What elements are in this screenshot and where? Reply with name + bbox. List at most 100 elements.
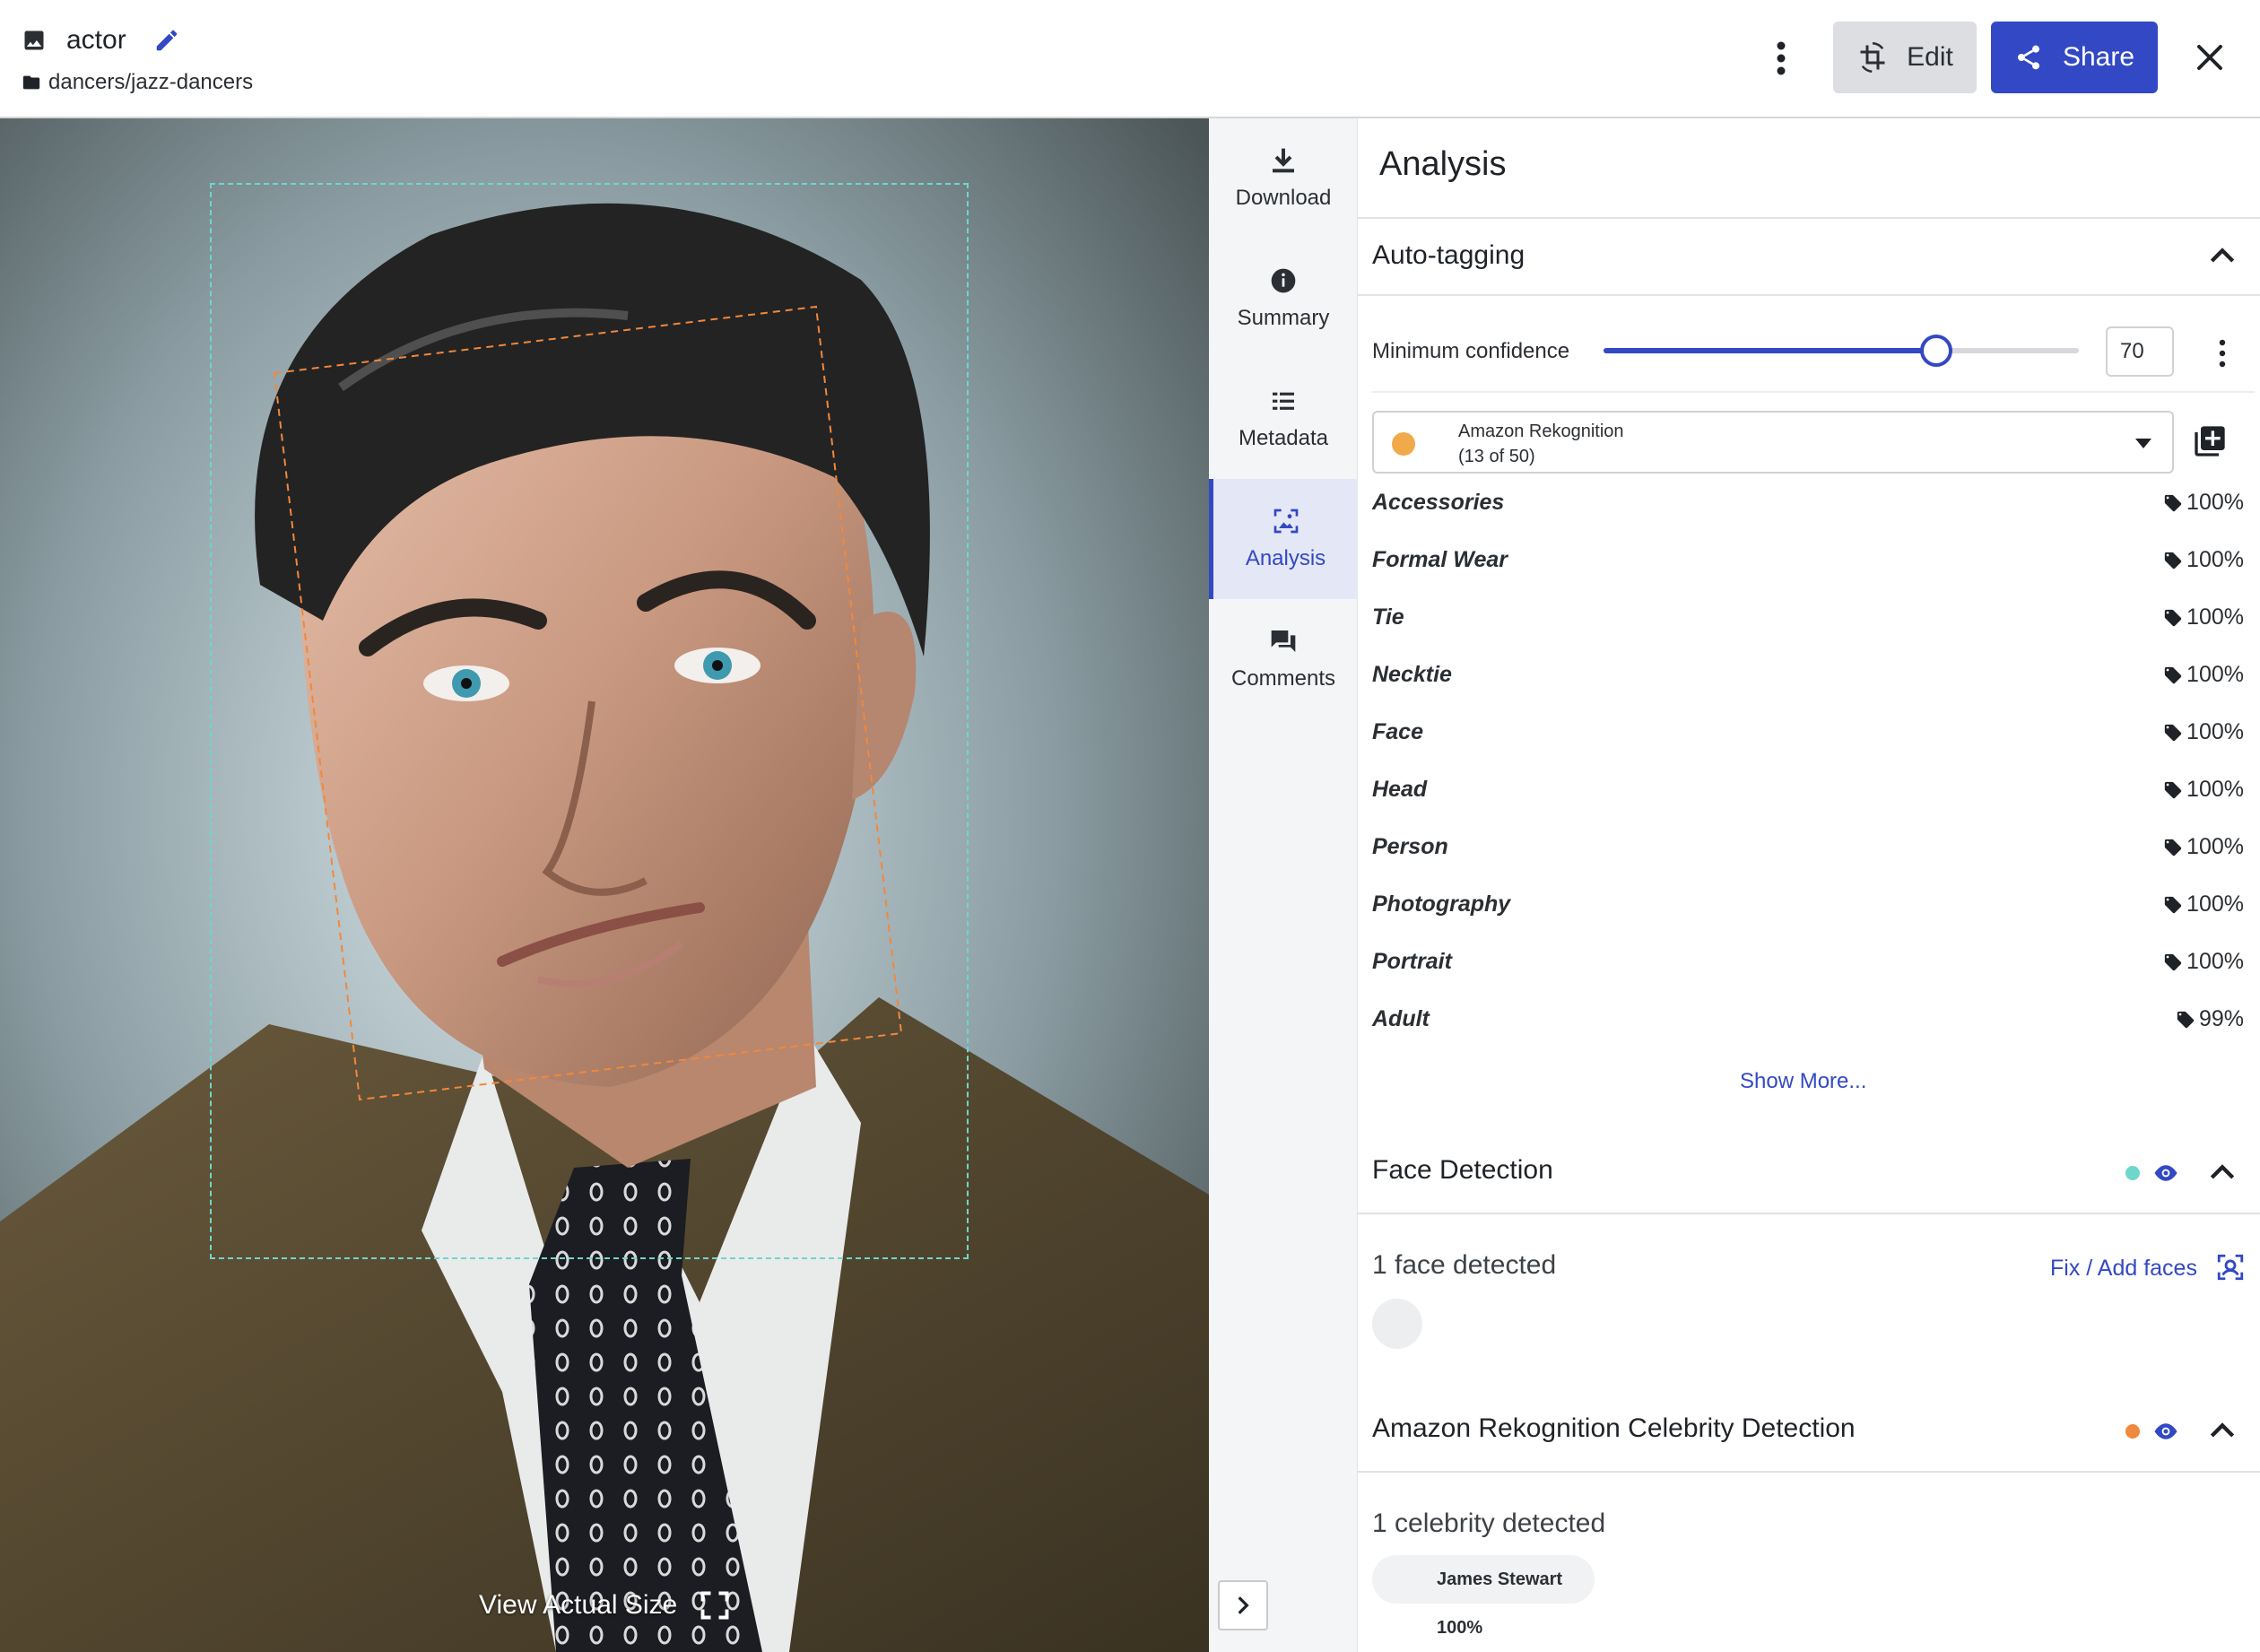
confidence-input[interactable]: 70 <box>2106 326 2174 377</box>
tag-name: Adult <box>1372 1006 1430 1031</box>
face-detection-heading[interactable]: Face Detection <box>1372 1155 1553 1186</box>
show-more-link[interactable]: Show More... <box>1740 1069 1866 1094</box>
tag-icon <box>2164 666 2182 683</box>
tag-score-value: 100% <box>2186 490 2244 515</box>
tag-row[interactable]: Adult 99% <box>1372 1003 2244 1039</box>
divider <box>1358 1213 2260 1214</box>
nav-item-summary[interactable]: Summary <box>1209 239 1358 359</box>
tag-icon <box>2164 609 2182 626</box>
tag-name: Portrait <box>1372 949 1452 974</box>
share-button[interactable]: Share <box>1991 22 2158 93</box>
tag-row[interactable]: Person 100% <box>1372 830 2244 866</box>
list-icon <box>1273 392 1294 410</box>
tag-name: Head <box>1372 777 1428 802</box>
close-icon <box>2197 45 2222 70</box>
analysis-icon <box>1273 509 1298 534</box>
breadcrumb[interactable]: dancers/jazz-dancers <box>22 70 253 95</box>
tag-score-value: 100% <box>2186 834 2244 859</box>
dropdown-arrow-icon <box>2135 439 2151 448</box>
celebrity-detection-heading[interactable]: Amazon Rekognition Celebrity Detection <box>1372 1413 1856 1444</box>
info-icon <box>1271 268 1296 293</box>
panel-title: Analysis <box>1379 145 1507 183</box>
tag-row[interactable]: Accessories 100% <box>1372 486 2244 522</box>
auto-tagging-heading[interactable]: Auto-tagging <box>1372 240 1525 271</box>
tag-icon <box>2164 552 2182 569</box>
asset-title: actor <box>66 25 126 55</box>
folder-path[interactable]: dancers/jazz-dancers <box>48 70 253 95</box>
nav-item-download[interactable]: Download <box>1209 118 1358 239</box>
tag-score: 100% <box>2163 777 2244 803</box>
confidence-label: Minimum confidence <box>1372 339 1570 363</box>
tag-score-value: 99% <box>2198 1006 2244 1031</box>
tag-icon <box>2164 953 2182 970</box>
chevron-up-icon[interactable] <box>2204 1155 2240 1191</box>
download-icon <box>1273 148 1294 173</box>
view-actual-size-button[interactable]: View Actual Size <box>479 1589 731 1622</box>
fix-add-faces-link[interactable]: Fix / Add faces <box>2050 1256 2197 1282</box>
tag-name: Tie <box>1372 604 1404 630</box>
tag-score: 99% <box>2176 1006 2244 1032</box>
face-detection-box[interactable] <box>210 183 969 1259</box>
tag-score-value: 100% <box>2186 547 2244 572</box>
chevron-up-icon[interactable] <box>2204 1413 2240 1449</box>
tag-name: Necktie <box>1372 662 1452 687</box>
tag-score-value: 100% <box>2186 662 2244 687</box>
celebrity-chip[interactable]: James Stewart 100% <box>1372 1555 1595 1638</box>
expand-panel-button[interactable] <box>1218 1580 1268 1630</box>
eye-icon[interactable] <box>2152 1418 2179 1445</box>
tag-icon <box>2164 896 2182 913</box>
more-vert-icon <box>1777 41 1786 75</box>
face-count-text: 1 face detected <box>1372 1250 1557 1280</box>
asset-title-row: actor <box>22 25 180 56</box>
tag-row[interactable]: Face 100% <box>1372 716 2244 752</box>
more-options-button[interactable] <box>1761 34 1801 83</box>
tag-row[interactable]: Formal Wear 100% <box>1372 543 2244 579</box>
tag-score: 100% <box>2163 891 2244 917</box>
celebrity-detection-status-dot <box>2125 1424 2140 1439</box>
image-icon <box>24 30 44 50</box>
tag-score: 100% <box>2163 547 2244 573</box>
tag-icon <box>2164 839 2182 856</box>
tag-score-value: 100% <box>2186 777 2244 802</box>
top-bar: actor dancers/jazz-dancers Edit Share <box>0 0 2260 118</box>
tag-name: Face <box>1372 719 1423 744</box>
tag-score: 100% <box>2163 662 2244 688</box>
divider <box>1358 294 2260 296</box>
analysis-panel: Analysis Auto-tagging Minimum confidence… <box>1358 118 2260 1652</box>
model-provider-select[interactable]: Amazon Rekognition (13 of 50) <box>1372 411 2174 474</box>
confidence-slider[interactable] <box>1604 335 2079 367</box>
nav-item-metadata[interactable]: Metadata <box>1209 359 1358 479</box>
nav-item-label: Comments <box>1230 666 1336 691</box>
eye-icon[interactable] <box>2152 1160 2179 1187</box>
divider <box>1372 391 2255 393</box>
nav-item-label: Download <box>1235 186 1332 210</box>
more-vert-icon[interactable] <box>2213 335 2231 371</box>
tag-row[interactable]: Head 100% <box>1372 773 2244 809</box>
tag-name: Formal Wear <box>1372 547 1508 572</box>
tag-score: 100% <box>2163 490 2244 516</box>
nav-item-comments[interactable]: Comments <box>1209 599 1358 719</box>
tag-row[interactable]: Portrait 100% <box>1372 945 2244 981</box>
confidence-slider-thumb[interactable] <box>1920 335 1952 367</box>
tag-row[interactable]: Tie 100% <box>1372 601 2244 637</box>
edit-button[interactable]: Edit <box>1833 22 1977 93</box>
edit-title-pencil-icon[interactable] <box>153 27 180 54</box>
chevron-up-icon[interactable] <box>2204 239 2240 274</box>
celebrity-count-text: 1 celebrity detected <box>1372 1509 1606 1538</box>
face-thumbnail[interactable] <box>1372 1299 1422 1349</box>
image-viewer[interactable]: View Actual Size <box>0 118 1209 1652</box>
add-model-icon[interactable] <box>2192 423 2228 459</box>
tag-icon <box>2164 781 2182 798</box>
tag-row[interactable]: Necktie 100% <box>1372 658 2244 694</box>
fullscreen-icon <box>700 1591 729 1620</box>
close-button[interactable] <box>2188 36 2231 79</box>
tag-name: Person <box>1372 834 1448 859</box>
share-button-label: Share <box>2062 42 2135 72</box>
face-scan-icon[interactable] <box>2215 1252 2246 1282</box>
tag-score: 100% <box>2163 604 2244 630</box>
view-actual-size-label: View Actual Size <box>479 1590 678 1620</box>
tag-icon <box>2177 1011 2195 1028</box>
provider-tag-count: (13 of 50) <box>1458 447 1535 466</box>
tag-row[interactable]: Photography 100% <box>1372 888 2244 924</box>
nav-item-analysis[interactable]: Analysis <box>1209 479 1358 599</box>
